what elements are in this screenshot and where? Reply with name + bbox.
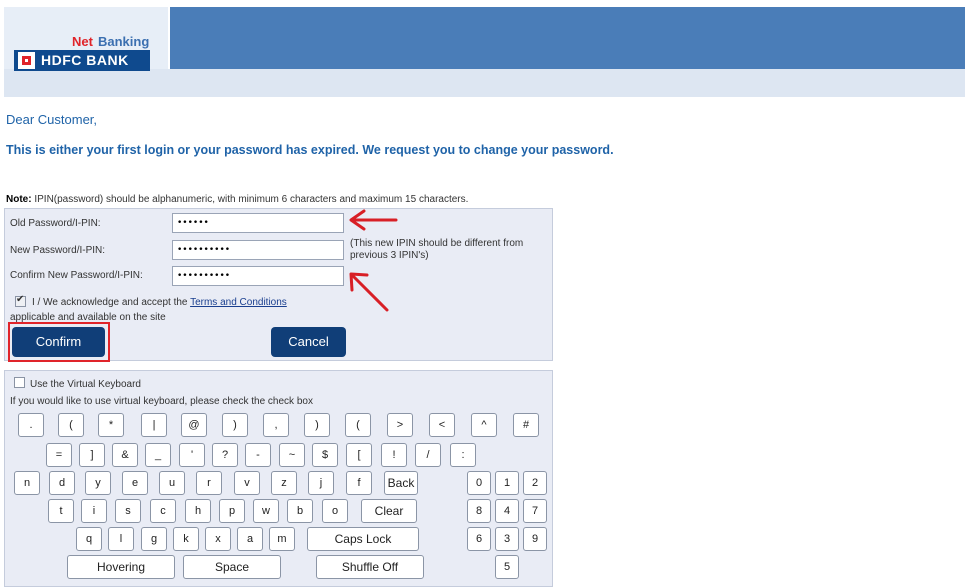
annotation-arrow-icon xyxy=(349,209,398,231)
new-ipin-hint: (This new IPIN should be different from … xyxy=(350,238,524,261)
caps-lock-key[interactable]: Caps Lock xyxy=(307,527,419,551)
key[interactable]: o xyxy=(322,499,348,523)
key[interactable]: e xyxy=(122,471,148,495)
key[interactable]: ) xyxy=(222,413,248,437)
netbanking-banking-text: Banking xyxy=(98,34,150,49)
key[interactable]: q xyxy=(76,527,102,551)
key[interactable]: / xyxy=(415,443,441,467)
terms-checkbox[interactable] xyxy=(15,294,26,307)
header-strip xyxy=(4,69,965,97)
terms-link[interactable]: Terms and Conditions xyxy=(190,297,287,308)
key[interactable]: ] xyxy=(79,443,105,467)
cancel-button[interactable]: Cancel xyxy=(271,327,346,357)
key[interactable]: c xyxy=(150,499,176,523)
netbanking-net-text: Net xyxy=(72,34,93,49)
key[interactable]: l xyxy=(108,527,134,551)
numpad-key[interactable]: 0 xyxy=(467,471,491,495)
note-label: Note: xyxy=(6,194,32,205)
numpad-key[interactable]: 4 xyxy=(495,499,519,523)
key[interactable]: ) xyxy=(304,413,330,437)
key[interactable]: m xyxy=(269,527,295,551)
terms-prefix: I / We acknowledge and accept the xyxy=(32,297,191,308)
key[interactable]: d xyxy=(49,471,75,495)
numpad-key[interactable]: 5 xyxy=(495,555,519,579)
key[interactable]: w xyxy=(253,499,279,523)
virtual-keyboard-label: Use the Virtual Keyboard xyxy=(30,379,141,390)
key[interactable]: _ xyxy=(145,443,171,467)
bank-name: HDFC BANK xyxy=(41,52,129,68)
numpad-key[interactable]: 8 xyxy=(467,499,491,523)
key[interactable]: > xyxy=(387,413,413,437)
space-key[interactable]: Space xyxy=(183,555,281,579)
key[interactable]: j xyxy=(308,471,334,495)
confirm-button[interactable]: Confirm xyxy=(12,327,105,357)
key[interactable]: ! xyxy=(381,443,407,467)
key[interactable]: = xyxy=(46,443,72,467)
key[interactable]: y xyxy=(85,471,111,495)
hdfc-logo-icon-core xyxy=(25,59,28,62)
key[interactable]: ' xyxy=(179,443,205,467)
key[interactable]: t xyxy=(48,499,74,523)
key[interactable]: # xyxy=(513,413,539,437)
key[interactable]: u xyxy=(159,471,185,495)
numpad-key[interactable]: 3 xyxy=(495,527,519,551)
key[interactable]: b xyxy=(287,499,313,523)
virtual-keyboard-checkbox[interactable] xyxy=(14,377,25,388)
key[interactable]: $ xyxy=(312,443,338,467)
note-text: IPIN(password) should be alphanumeric, w… xyxy=(31,194,469,205)
key[interactable]: k xyxy=(173,527,199,551)
key[interactable]: , xyxy=(263,413,289,437)
key[interactable]: f xyxy=(346,471,372,495)
old-password-label: Old Password/I-PIN: xyxy=(10,218,101,229)
annotation-arrow-icon xyxy=(349,272,389,312)
key[interactable]: z xyxy=(271,471,297,495)
key[interactable]: * xyxy=(98,413,124,437)
key[interactable]: . xyxy=(18,413,44,437)
key[interactable]: ~ xyxy=(279,443,305,467)
key[interactable]: < xyxy=(429,413,455,437)
header-top-gap xyxy=(0,0,965,7)
numpad-key[interactable]: 7 xyxy=(523,499,547,523)
key[interactable]: ^ xyxy=(471,413,497,437)
confirm-password-field[interactable]: •••••••••• xyxy=(172,266,344,286)
shuffle-off-key[interactable]: Shuffle Off xyxy=(316,555,424,579)
hovering-key[interactable]: Hovering xyxy=(67,555,175,579)
virtual-keyboard-hint: If you would like to use virtual keyboar… xyxy=(10,396,313,407)
key[interactable]: r xyxy=(196,471,222,495)
key[interactable]: v xyxy=(234,471,260,495)
ipin-note: Note: IPIN(password) should be alphanume… xyxy=(6,194,468,205)
key[interactable]: i xyxy=(81,499,107,523)
key[interactable]: & xyxy=(112,443,138,467)
key[interactable]: n xyxy=(14,471,40,495)
new-password-label: New Password/I-PIN: xyxy=(10,245,106,256)
new-password-field[interactable]: •••••••••• xyxy=(172,240,344,260)
key[interactable]: x xyxy=(205,527,231,551)
key[interactable]: a xyxy=(237,527,263,551)
key[interactable]: - xyxy=(245,443,271,467)
numpad-key[interactable]: 2 xyxy=(523,471,547,495)
key[interactable]: @ xyxy=(181,413,207,437)
key[interactable]: p xyxy=(219,499,245,523)
key[interactable]: ( xyxy=(345,413,371,437)
key[interactable]: g xyxy=(141,527,167,551)
numpad-key[interactable]: 9 xyxy=(523,527,547,551)
key[interactable]: [ xyxy=(346,443,372,467)
terms-acknowledgement: I / We acknowledge and accept the Terms … xyxy=(32,297,287,308)
key[interactable]: h xyxy=(185,499,211,523)
key[interactable]: ? xyxy=(212,443,238,467)
confirm-password-label: Confirm New Password/I-PIN: xyxy=(10,270,143,281)
backspace-key[interactable]: Back xyxy=(384,471,418,495)
header-band xyxy=(168,7,965,69)
key[interactable]: : xyxy=(450,443,476,467)
old-password-field[interactable]: •••••• xyxy=(172,213,344,233)
key[interactable]: | xyxy=(141,413,167,437)
numpad-key[interactable]: 6 xyxy=(467,527,491,551)
clear-key[interactable]: Clear xyxy=(361,499,417,523)
password-expired-message: This is either your first login or your … xyxy=(6,143,614,157)
numpad-key[interactable]: 1 xyxy=(495,471,519,495)
key[interactable]: s xyxy=(115,499,141,523)
key[interactable]: ( xyxy=(58,413,84,437)
greeting-text: Dear Customer, xyxy=(6,112,98,127)
